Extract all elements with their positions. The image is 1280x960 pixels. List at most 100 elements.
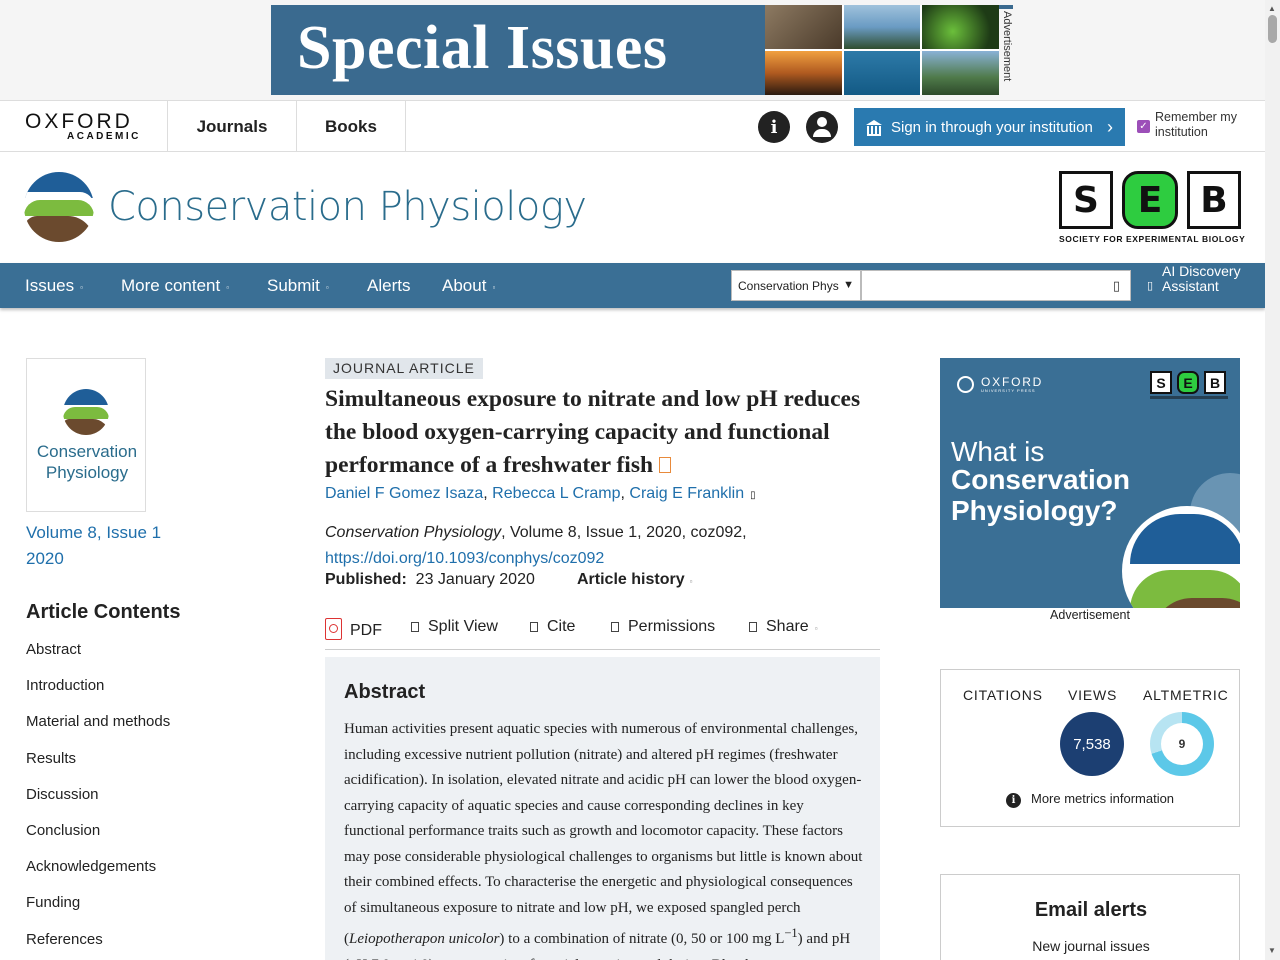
author-link[interactable]: Daniel F Gomez Isaza <box>325 485 483 502</box>
ad-photo-dolphins <box>843 51 921 95</box>
toc-item-introduction[interactable]: Introduction <box>26 676 266 712</box>
journal-logo-icon[interactable] <box>24 172 94 242</box>
toc-item-conclusion[interactable]: Conclusion <box>26 821 266 857</box>
user-account-icon[interactable] <box>806 111 838 143</box>
author-link[interactable]: Craig E Franklin <box>629 485 744 502</box>
citations-header: CITATIONS <box>963 687 1043 703</box>
seb-mini-logo: S E B <box>1150 371 1228 401</box>
share-icon <box>749 622 757 632</box>
oxford-academic-logo[interactable]: OXFORD ACADEMIC <box>0 101 168 152</box>
chevron-right-icon: › <box>1107 117 1113 137</box>
remember-checkbox[interactable]: ✓ <box>1137 120 1150 133</box>
nav-alerts[interactable]: Alerts <box>367 263 410 308</box>
toc-item-acknowledgements[interactable]: Acknowledgements <box>26 857 266 893</box>
permissions-icon <box>611 622 619 632</box>
ad-photo-landscape <box>843 5 921 49</box>
toc-item-discussion[interactable]: Discussion <box>26 785 266 821</box>
article-history-toggle[interactable]: Article history ▫ <box>577 571 692 589</box>
scroll-down-icon[interactable]: ▼ <box>1268 946 1276 955</box>
scrollbar-thumb[interactable] <box>1268 15 1277 43</box>
nav-about[interactable]: About ▫ <box>442 263 495 308</box>
seb-society-logo[interactable]: S E B SOCIETY FOR EXPERIMENTAL BIOLOGY <box>1059 171 1245 245</box>
toc-item-results[interactable]: Results <box>26 749 266 785</box>
ad-photo-koala <box>765 5 842 49</box>
dropdown-icon: ▫ <box>492 283 496 292</box>
article-title: Simultaneous exposure to nitrate and low… <box>325 386 861 478</box>
caret-down-icon: ▼ <box>843 279 854 291</box>
email-alerts-heading: Email alerts <box>1034 899 1148 921</box>
toc-item-material-and-methods[interactable]: Material and methods <box>26 712 266 748</box>
email-alert-new-issues[interactable]: New journal issues <box>941 938 1241 954</box>
journal-banner: Conservation Physiology S E B SOCIETY FO… <box>0 152 1265 263</box>
views-count-badge: 7,538 <box>1060 712 1124 776</box>
article-toolbar: PDF Split View Cite Permissions Share ▫ <box>325 614 880 650</box>
pdf-button[interactable]: PDF <box>325 618 382 640</box>
journal-title[interactable]: Conservation Physiology <box>108 184 587 230</box>
search-scope-select[interactable]: Conservation Phys ▼ <box>731 270 861 301</box>
info-icon[interactable]: i <box>758 111 790 143</box>
ad-photo-sunset-forest <box>765 51 842 95</box>
pdf-icon <box>325 618 342 640</box>
article-type-badge: JOURNAL ARTICLE <box>325 358 483 379</box>
altmetric-donut[interactable]: 9 <box>1150 712 1214 776</box>
search-icon[interactable]: ▯ <box>1113 278 1120 294</box>
ad-photo-grid <box>765 5 999 95</box>
page-scrollbar[interactable]: ▲ ▼ <box>1265 0 1280 960</box>
permissions-button[interactable]: Permissions <box>611 618 715 636</box>
issue-cover-image[interactable]: Conservation Physiology <box>26 358 146 512</box>
nav-submit[interactable]: Submit ▫ <box>267 263 329 308</box>
doi-link[interactable]: https://doi.org/10.1093/conphys/coz092 <box>325 550 604 567</box>
published-date: 23 January 2020 <box>415 571 535 588</box>
scroll-up-icon[interactable]: ▲ <box>1268 4 1276 13</box>
views-header: VIEWS <box>1068 687 1118 703</box>
author-expand-icon[interactable]: ▯ <box>750 490 756 501</box>
nav-more-content[interactable]: More content ▫ <box>121 263 229 308</box>
toc-item-references[interactable]: References <box>26 930 266 960</box>
abstract-text: Human activities present aquatic species… <box>344 721 863 960</box>
journal-name: Conservation Physiology <box>325 524 502 541</box>
metrics-panel: CITATIONS VIEWS ALTMETRIC 7,538 9 i More … <box>940 669 1240 827</box>
cite-button[interactable]: Cite <box>530 618 575 636</box>
article-contents-list: Abstract Introduction Material and metho… <box>26 640 266 960</box>
publication-info: Published: 23 January 2020 Article histo… <box>325 571 693 588</box>
author-list: Daniel F Gomez Isaza, Rebecca L Cramp, C… <box>325 485 756 502</box>
advertisement-label: Advertisement <box>1050 608 1130 622</box>
open-access-icon <box>659 457 672 473</box>
toc-item-funding[interactable]: Funding <box>26 893 266 929</box>
ad-label-vertical: Advertisement <box>999 9 1013 95</box>
search-input[interactable]: ▯ <box>861 270 1131 301</box>
email-alerts-panel: Email alerts New journal issues <box>940 874 1240 960</box>
tab-journals[interactable]: Journals <box>168 101 297 152</box>
ad-title: Special Issues <box>297 14 668 82</box>
split-view-button[interactable]: Split View <box>411 618 498 636</box>
ad-photo-frog <box>922 5 999 49</box>
abstract-section: Abstract Human activities present aquati… <box>325 657 880 960</box>
info-icon: i <box>1006 793 1021 808</box>
nav-issues[interactable]: Issues ▫ <box>25 263 83 308</box>
conservation-physiology-ad[interactable]: OXFORD UNIVERSITY PRESS S E B What is Co… <box>940 358 1240 608</box>
toc-item-abstract[interactable]: Abstract <box>26 640 266 676</box>
ai-icon: ▯ <box>1147 280 1154 292</box>
abstract-heading: Abstract <box>344 681 426 703</box>
article-contents-heading: Article Contents <box>26 601 181 623</box>
share-button[interactable]: Share ▫ <box>749 618 818 636</box>
altmetric-header: ALTMETRIC <box>1143 687 1229 703</box>
journal-nav-bar: Issues ▫ More content ▫ Submit ▫ Alerts Abo… <box>0 263 1265 308</box>
tab-books[interactable]: Books <box>297 101 406 152</box>
dropdown-icon: ▫ <box>80 283 83 292</box>
special-issues-ad-banner[interactable]: Special Issues Advertisement <box>271 5 1013 95</box>
cite-icon <box>530 622 538 632</box>
ai-discovery-assistant-button[interactable]: ▯ AI Discovery Assistant <box>1147 263 1257 308</box>
oxford-up-logo: OXFORD UNIVERSITY PRESS <box>957 375 1047 395</box>
ad-photo-hills <box>922 51 999 95</box>
author-link[interactable]: Rebecca L Cramp <box>492 485 620 502</box>
issue-link[interactable]: Volume 8, Issue 1 2020 <box>26 520 161 572</box>
site-header: OXFORD ACADEMIC Journals Books i Sign in… <box>0 100 1265 152</box>
more-metrics-link[interactable]: i More metrics information <box>1006 791 1174 808</box>
citation-info: Conservation Physiology, Volume 8, Issue… <box>325 524 747 567</box>
sign-in-institution-button[interactable]: Sign in through your institution › <box>854 108 1125 146</box>
dropdown-icon: ▫ <box>325 283 329 292</box>
institution-icon <box>866 120 882 136</box>
split-view-icon <box>411 622 419 632</box>
dropdown-icon: ▫ <box>226 283 230 292</box>
